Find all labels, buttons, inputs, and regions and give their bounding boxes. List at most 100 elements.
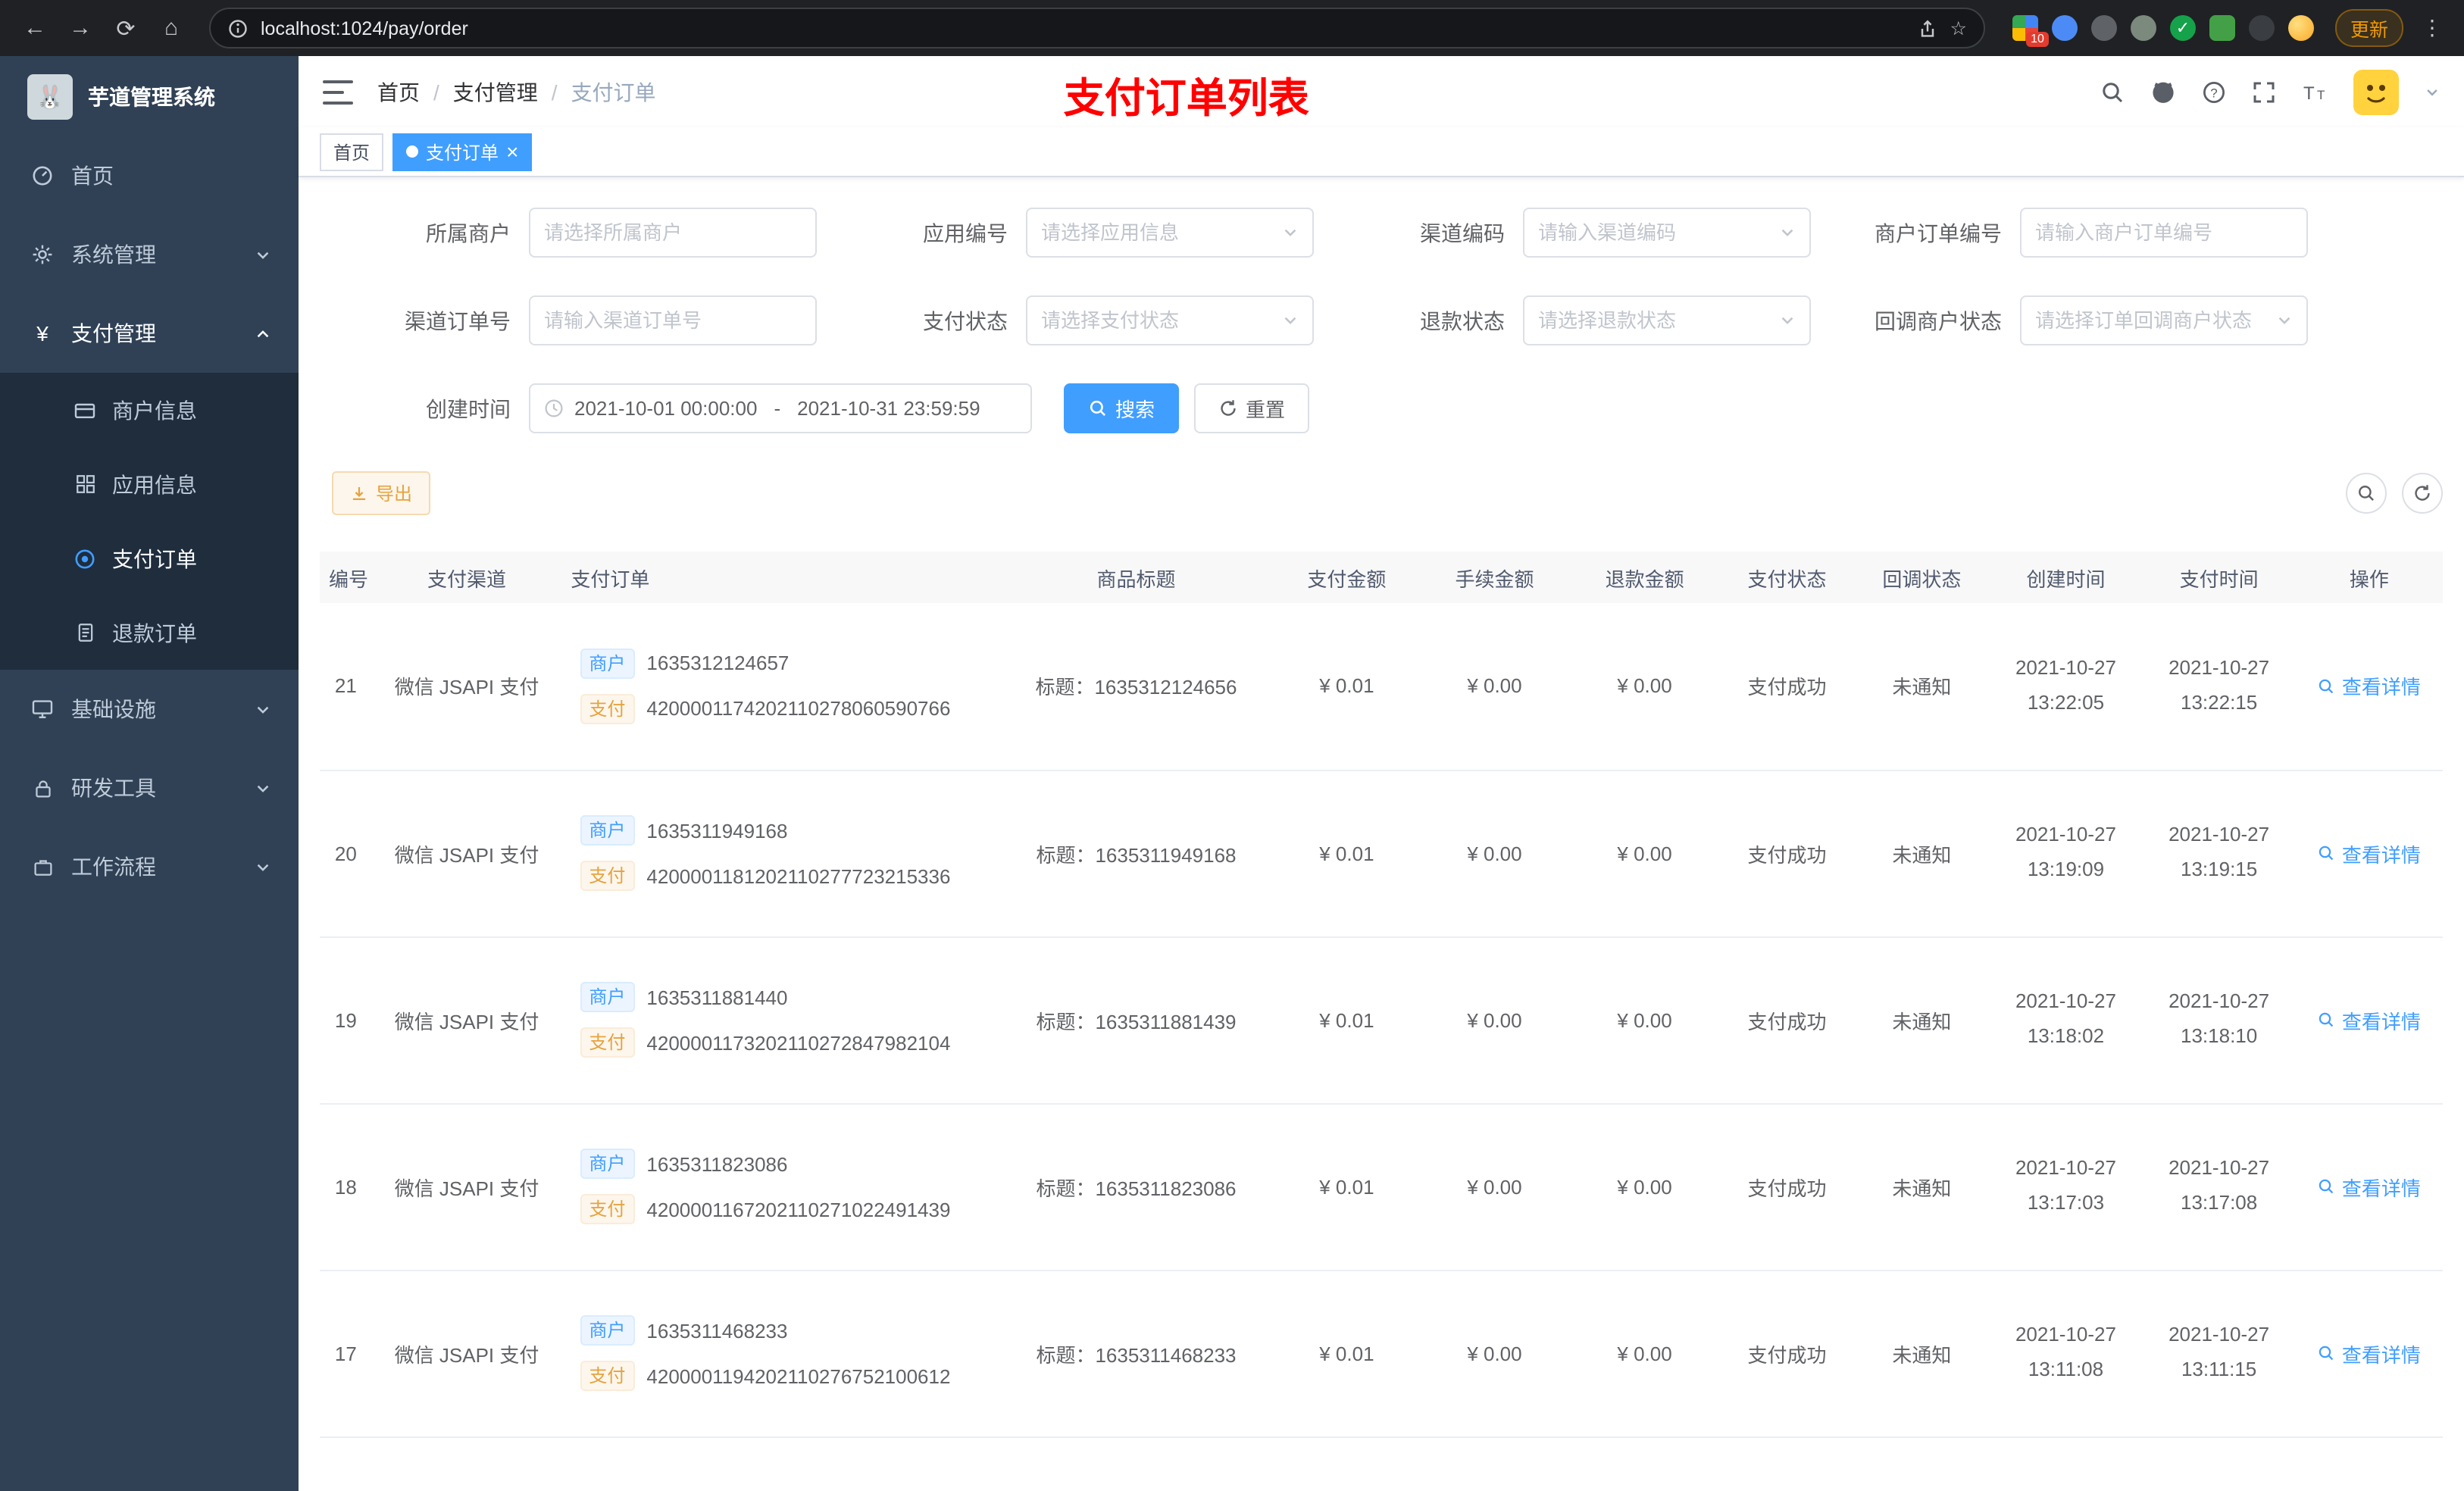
cell-status: 支付成功 [1719,603,1855,771]
browser-extension-icon[interactable] [2248,15,2275,41]
browser-back-icon[interactable]: ← [15,8,55,48]
app-select[interactable] [1026,208,1314,258]
sidebar-item-workflow[interactable]: 工作流程 [0,827,299,906]
notify-status-input[interactable] [2035,309,2270,332]
breadcrumb-home[interactable]: 首页 [377,77,420,107]
pay-tag: 支付 [580,1194,635,1224]
browser-home-icon[interactable]: ⌂ [152,8,191,48]
cell-fee: ¥ 0.00 [1419,770,1570,937]
browser-extension-icon[interactable] [2051,15,2078,41]
cell-action: 查看详情 [2295,1270,2443,1437]
refund-status-select[interactable] [1523,295,1811,345]
search-button[interactable]: 搜索 [1064,383,1180,433]
sidebar-item-label: 应用信息 [112,472,197,496]
channel-order-no-field[interactable] [529,295,817,345]
date-end[interactable]: 2021-10-31 23:59:59 [797,397,980,420]
merchant-order-no-field[interactable] [2020,208,2308,258]
chevron-down-icon [2276,312,2293,329]
reset-button[interactable]: 重置 [1194,383,1310,433]
search-icon[interactable] [2100,80,2125,104]
channel-order-no-input[interactable] [544,309,802,332]
refresh-icon[interactable] [2402,473,2443,514]
refund-status-input[interactable] [1538,309,1773,332]
site-info-icon[interactable] [227,17,249,39]
close-icon[interactable]: × [506,141,518,162]
browser-extension-icon[interactable] [2287,15,2314,41]
gear-icon [30,244,55,265]
browser-menu-icon[interactable]: ⋮ [2416,15,2449,41]
help-icon[interactable]: ? [2202,80,2226,104]
merchant-order-no: 1635311468233 [646,1319,788,1342]
notify-status-select[interactable] [2020,295,2308,345]
tab-pay-order[interactable]: 支付订单 × [392,133,533,170]
cell-title [998,1436,1274,1491]
cell-order: 商户 1635311468233 支付 4200001194202110276752… [561,1270,999,1437]
sidebar-item-system[interactable]: 系统管理 [0,215,299,294]
sidebar-item-refund-order[interactable]: 退款订单 [0,595,299,670]
browser-extension-icon[interactable]: ✓ [2169,15,2196,41]
merchant-tag: 商户 [580,648,635,679]
cell-notify [1854,1436,1990,1491]
view-detail-link[interactable]: 查看详情 [2318,1005,2421,1034]
pay-status-select[interactable] [1026,295,1314,345]
address-bar[interactable]: localhost:1024/pay/order ☆ [209,8,1985,48]
export-button[interactable]: 导出 [332,471,431,515]
url-text[interactable]: localhost:1024/pay/order [261,17,468,39]
browser-extension-icon[interactable] [2130,15,2156,41]
fullscreen-icon[interactable] [2252,80,2276,104]
bookmark-star-icon[interactable]: ☆ [1950,17,1967,39]
cell-fee: ¥ 0.00 [1419,1103,1570,1271]
channel-code-select[interactable] [1523,208,1811,258]
pay-status-input[interactable] [1041,309,1276,332]
toggle-search-icon[interactable] [2346,473,2387,514]
merchant-input[interactable] [544,221,802,244]
font-size-icon[interactable]: TT [2302,80,2328,104]
table-row: 17 微信 JSAPI 支付 商户 1635311468233 支付 4200001… [320,1270,2443,1437]
date-start[interactable]: 2021-10-01 00:00:00 [574,397,757,420]
breadcrumb-pay[interactable]: 支付管理 [453,77,538,107]
view-detail-link[interactable]: 查看详情 [2318,839,2421,867]
cell-title: 标题：1635311881439 [998,936,1274,1104]
share-icon[interactable] [1917,17,1938,39]
cell-create-time [1989,1436,2143,1491]
date-range-picker[interactable]: 2021-10-01 00:00:00 - 2021-10-31 23:59:5… [529,383,1032,433]
sidebar-item-merchant-info[interactable]: 商户信息 [0,373,299,447]
chevron-down-icon [255,701,271,717]
tab-home[interactable]: 首页 [320,133,384,170]
github-icon[interactable] [2150,79,2176,105]
sidebar-item-devtools[interactable]: 研发工具 [0,749,299,827]
sidebar-item-pay[interactable]: ¥ 支付管理 [0,294,299,373]
col-refund: 退款金额 [1569,552,1720,603]
sidebar-item-pay-order[interactable]: 支付订单 [0,521,299,595]
browser-extension-icon[interactable]: 10 [2012,15,2049,47]
avatar[interactable] [2353,69,2399,114]
view-detail-link[interactable]: 查看详情 [2318,672,2421,701]
sidebar-item-infra[interactable]: 基础设施 [0,670,299,749]
sidebar-item-home[interactable]: 首页 [0,136,299,215]
field-label: 商户订单编号 [1875,220,2002,245]
sidebar-item-app-info[interactable]: 应用信息 [0,447,299,521]
browser-update-button[interactable]: 更新 [2334,9,2403,47]
browser-extension-icon[interactable] [2090,15,2117,41]
channel-code-input[interactable] [1538,221,1773,244]
cell-status: 支付成功 [1719,770,1855,937]
merchant-order-no-input[interactable] [2035,221,2293,244]
browser-reload-icon[interactable]: ⟳ [106,8,145,48]
cell-fee: ¥ 0.00 [1419,1270,1570,1437]
merchant-select[interactable] [529,208,817,258]
col-create-time: 创建时间 [1989,552,2143,603]
cell-notify: 未通知 [1854,1103,1990,1271]
cell-action: 查看详情 [2295,1103,2443,1271]
cell-refund: ¥ 0.00 [1569,1103,1720,1271]
clock-icon [544,399,564,418]
cell-channel: 微信 JSAPI 支付 [371,770,562,937]
view-detail-link[interactable]: 查看详情 [2318,1339,2421,1368]
merchant-tag: 商户 [580,982,635,1012]
view-detail-link[interactable]: 查看详情 [2318,1172,2421,1201]
browser-forward-icon[interactable]: → [61,8,100,48]
pay-submenu: 商户信息 应用信息 支付订单 退款订单 [0,373,299,670]
avatar-dropdown-icon[interactable] [2425,84,2440,99]
browser-extension-icon[interactable] [2209,15,2235,41]
app-input[interactable] [1041,221,1276,244]
sidebar-toggle-icon[interactable] [323,80,353,104]
